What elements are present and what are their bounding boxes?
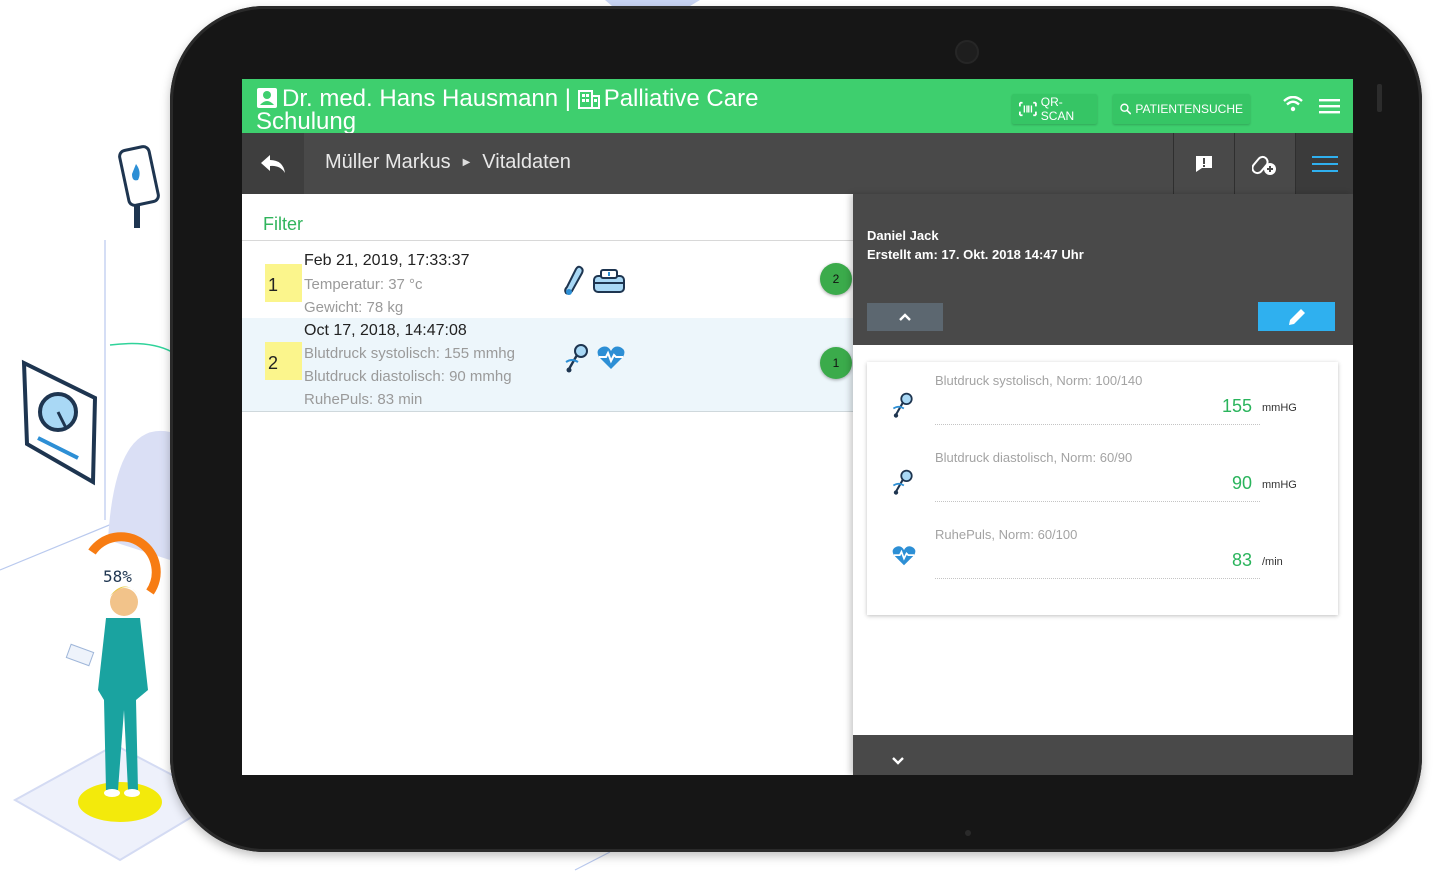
entry-count-badge: 1 xyxy=(820,347,852,379)
stethoscope-icon xyxy=(565,344,588,373)
nurse-figure: 58% xyxy=(65,532,161,797)
entry-index: 1 xyxy=(265,264,302,302)
filter-divider xyxy=(242,240,853,241)
entry-value: Gewicht: 78 kg xyxy=(304,299,404,316)
wifi-icon xyxy=(1283,95,1303,117)
vital-label: Blutdruck systolisch, Norm: 100/140 xyxy=(935,373,1143,388)
filter-toggle[interactable]: Filter xyxy=(263,214,303,235)
vitals-list-panel: Filter 1 Feb 21, 2019, 17:33:37 Temperat… xyxy=(242,194,853,775)
search-icon xyxy=(1120,103,1132,115)
qr-scan-button[interactable]: QR-SCAN xyxy=(1012,94,1097,124)
list-menu-button[interactable] xyxy=(1295,133,1353,194)
alert-button[interactable] xyxy=(1173,133,1234,194)
vital-value: 83 xyxy=(1231,550,1252,570)
vital-row: RuhePuls, Norm: 60/100 83 /min xyxy=(867,516,1338,593)
glucose-meter-icon xyxy=(118,145,160,228)
breadcrumb: Müller Markus ▶ Vitaldaten xyxy=(325,151,571,174)
vital-unit: /min xyxy=(1262,556,1283,568)
patient-search-label: PATIENTENSUCHE xyxy=(1135,102,1243,116)
vital-row: Blutdruck systolisch, Norm: 100/140 155 … xyxy=(867,362,1338,439)
collapse-button[interactable] xyxy=(867,303,943,331)
header-title: Dr. med. Hans Hausmann | Palliative Care… xyxy=(256,85,816,135)
entry-date: Oct 17, 2018, 14:47:08 xyxy=(304,322,467,339)
entry-value: Blutdruck systolisch: 155 mmhg xyxy=(304,345,515,362)
heartbeat-icon xyxy=(597,346,625,369)
vital-label: Blutdruck diastolisch, Norm: 60/90 xyxy=(935,450,1133,465)
thermometer-icon xyxy=(564,265,584,295)
vital-value: 155 xyxy=(1221,396,1252,416)
reply-arrow-icon xyxy=(261,154,285,173)
created-timestamp: Erstellt am: 17. Okt. 2018 14:47 Uhr xyxy=(867,247,1084,262)
gauge-panel-icon xyxy=(21,359,98,486)
detail-footer xyxy=(853,735,1353,775)
alert-message-icon xyxy=(1196,155,1212,172)
microphone-dot xyxy=(965,830,971,836)
chevron-down-icon xyxy=(892,757,904,765)
building-icon xyxy=(577,87,600,112)
app-header: Dr. med. Hans Hausmann | Palliative Care… xyxy=(242,79,1353,135)
vital-unit: mmHG xyxy=(1262,479,1297,491)
entry-value: Blutdruck diastolisch: 90 mmhg xyxy=(304,368,512,385)
barcode-icon xyxy=(1019,101,1037,117)
unit-name-line2: Schulung xyxy=(256,108,357,135)
pill-add-icon xyxy=(1252,155,1276,175)
entry-value: RuhePuls: 83 min xyxy=(304,391,423,408)
hamburger-menu-icon[interactable] xyxy=(1319,98,1340,119)
entry-value: Temperatur: 37 °c xyxy=(304,276,423,293)
list-menu-icon xyxy=(1312,155,1338,172)
detail-header: Daniel Jack Erstellt am: 17. Okt. 2018 1… xyxy=(853,194,1353,345)
pencil-icon xyxy=(1288,308,1305,325)
breadcrumb-section: Vitaldaten xyxy=(482,151,571,173)
vital-divider xyxy=(935,578,1260,579)
chevron-up-icon xyxy=(899,313,911,321)
edit-button[interactable] xyxy=(1258,302,1335,331)
heartbeat-icon xyxy=(892,546,916,566)
entry-index: 2 xyxy=(265,342,302,380)
vital-unit: mmHG xyxy=(1262,402,1297,414)
expand-button[interactable] xyxy=(891,753,905,771)
vital-divider xyxy=(935,424,1260,425)
qr-scan-label: QR-SCAN xyxy=(1040,95,1075,123)
stethoscope-icon xyxy=(892,469,913,495)
entry-count-badge: 2 xyxy=(820,263,852,295)
vital-row: Blutdruck diastolisch, Norm: 60/90 90 mm… xyxy=(867,439,1338,516)
stethoscope-icon xyxy=(892,392,913,418)
patient-search-button[interactable]: PATIENTENSUCHE xyxy=(1113,94,1250,124)
scale-icon xyxy=(593,269,625,293)
medication-add-button[interactable] xyxy=(1234,133,1295,194)
entry-date: Feb 21, 2019, 17:33:37 xyxy=(304,252,470,269)
app-screen: Dr. med. Hans Hausmann | Palliative Care… xyxy=(242,79,1353,775)
unit-name: Palliative Care xyxy=(603,85,759,112)
breadcrumb-patient[interactable]: Müller Markus xyxy=(325,151,451,173)
tablet-side-button xyxy=(1377,84,1382,112)
svg-text:58%: 58% xyxy=(103,567,132,586)
list-item[interactable]: 1 Feb 21, 2019, 17:33:37 Temperatur: 37 … xyxy=(242,242,853,318)
back-button[interactable] xyxy=(242,133,304,194)
vitals-card: Blutdruck systolisch, Norm: 100/140 155 … xyxy=(867,362,1338,615)
navigation-bar: Müller Markus ▶ Vitaldaten xyxy=(242,133,1353,194)
vitals-detail-panel: Daniel Jack Erstellt am: 17. Okt. 2018 1… xyxy=(853,194,1353,775)
camera-icon xyxy=(955,40,979,64)
vital-value: 90 xyxy=(1231,473,1252,493)
list-item[interactable]: 2 Oct 17, 2018, 14:47:08 Blutdruck systo… xyxy=(242,318,853,412)
vital-divider xyxy=(935,501,1260,502)
vital-label: RuhePuls, Norm: 60/100 xyxy=(935,527,1078,542)
breadcrumb-separator-icon: ▶ xyxy=(462,157,471,168)
author-name: Daniel Jack xyxy=(867,228,939,243)
